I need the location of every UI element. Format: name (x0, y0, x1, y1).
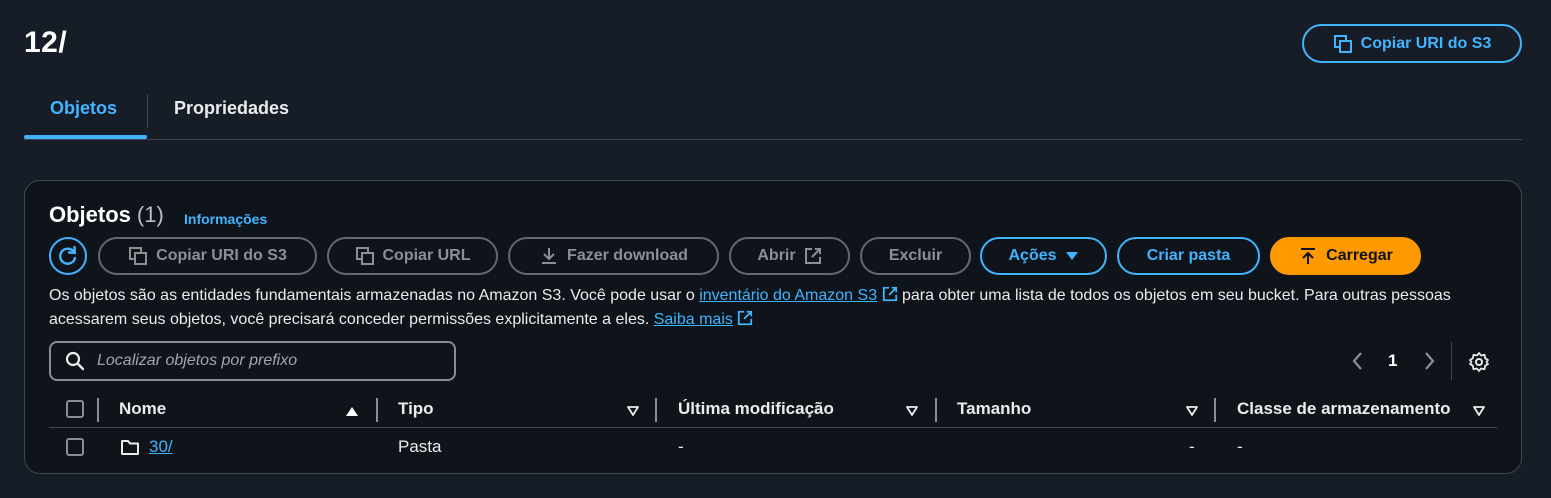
refresh-icon (59, 245, 77, 265)
search-box (49, 341, 456, 381)
copy-s3-uri-header-label: Copiar URI do S3 (1360, 34, 1492, 52)
copy-icon (1333, 34, 1352, 53)
column-header-last-modified[interactable]: Última modificação (678, 399, 834, 419)
objects-description: Os objetos são as entidades fundamentais… (49, 284, 1489, 332)
row-checkbox[interactable] (66, 438, 84, 456)
objects-count: (1) (136, 202, 164, 227)
column-divider (655, 398, 657, 422)
sort-icon[interactable] (1185, 404, 1199, 422)
column-header-storage-class[interactable]: Classe de armazenamento (1237, 399, 1451, 419)
row-size: - (1189, 437, 1195, 456)
column-header-size[interactable]: Tamanho (957, 399, 1031, 419)
table-row: 30/ (149, 437, 173, 457)
select-all-checkbox[interactable] (66, 400, 84, 418)
download-icon (542, 248, 557, 264)
copy-s3-uri-button[interactable]: Copiar URI do S3 (98, 237, 317, 275)
search-input[interactable] (97, 352, 437, 370)
current-page-number[interactable]: 1 (1388, 351, 1397, 371)
gear-icon (1469, 352, 1489, 372)
external-link-icon (804, 248, 821, 264)
create-folder-button[interactable]: Criar pasta (1117, 237, 1260, 275)
objects-heading: Objetos (1) (49, 202, 164, 228)
refresh-button[interactable] (49, 237, 87, 275)
upload-button[interactable]: Carregar (1270, 237, 1421, 275)
tab-divider (147, 94, 148, 128)
row-storage-class: - (1237, 437, 1243, 456)
page-title: 12/ (24, 26, 68, 59)
column-header-type[interactable]: Tipo (398, 399, 434, 419)
copy-url-button[interactable]: Copiar URL (327, 237, 498, 275)
copy-icon (129, 247, 148, 265)
search-icon (65, 351, 85, 371)
tab-objetos[interactable]: Objetos (50, 98, 117, 119)
column-divider (376, 398, 378, 422)
learn-more-link[interactable]: Saiba mais (654, 311, 733, 328)
tab-active-indicator (24, 135, 147, 139)
pagination-divider (1451, 342, 1452, 380)
table-header-divider (49, 427, 1497, 428)
delete-button[interactable]: Excluir (860, 237, 971, 275)
caret-down-icon (1065, 252, 1078, 260)
objects-heading-title: Objetos (49, 202, 131, 227)
row-type: Pasta (398, 437, 442, 456)
actions-label: Ações (1008, 247, 1057, 264)
download-label: Fazer download (567, 247, 688, 264)
actions-dropdown[interactable]: Ações (980, 237, 1107, 275)
chevron-left-icon (1352, 352, 1362, 370)
copy-s3-uri-header-button[interactable]: Copiar URI do S3 (1302, 24, 1522, 63)
open-label: Abrir (757, 247, 796, 264)
info-link[interactable]: Informações (184, 211, 267, 227)
sort-ascending-icon[interactable] (345, 404, 359, 422)
external-link-icon (738, 310, 753, 326)
external-link-icon (882, 286, 897, 302)
copy-url-label: Copiar URL (382, 247, 471, 264)
next-page-button[interactable] (1421, 350, 1437, 377)
preferences-button[interactable] (1468, 351, 1490, 378)
copy-icon (355, 247, 374, 265)
tabs-baseline (24, 139, 1522, 140)
row-last-modified: - (678, 437, 684, 456)
folder-icon (120, 438, 140, 461)
download-button[interactable]: Fazer download (508, 237, 719, 275)
previous-page-button[interactable] (1350, 350, 1366, 377)
create-folder-label: Criar pasta (1146, 247, 1231, 264)
upload-icon (1301, 248, 1316, 264)
inventory-link[interactable]: inventário do Amazon S3 (699, 287, 877, 304)
sort-icon[interactable] (1472, 404, 1486, 422)
sort-icon[interactable] (905, 404, 919, 422)
copy-s3-uri-label: Copiar URI do S3 (156, 247, 287, 264)
chevron-right-icon (1425, 352, 1435, 370)
folder-name-link[interactable]: 30/ (149, 437, 173, 456)
column-divider (97, 398, 99, 422)
column-divider (1214, 398, 1216, 422)
open-button[interactable]: Abrir (729, 237, 850, 275)
column-header-name[interactable]: Nome (119, 399, 166, 419)
upload-label: Carregar (1326, 247, 1393, 264)
sort-icon[interactable] (626, 404, 640, 422)
delete-label: Excluir (888, 247, 943, 264)
column-divider (935, 398, 937, 422)
description-text-1: Os objetos são as entidades fundamentais… (49, 287, 700, 304)
tab-propriedades[interactable]: Propriedades (174, 98, 289, 119)
